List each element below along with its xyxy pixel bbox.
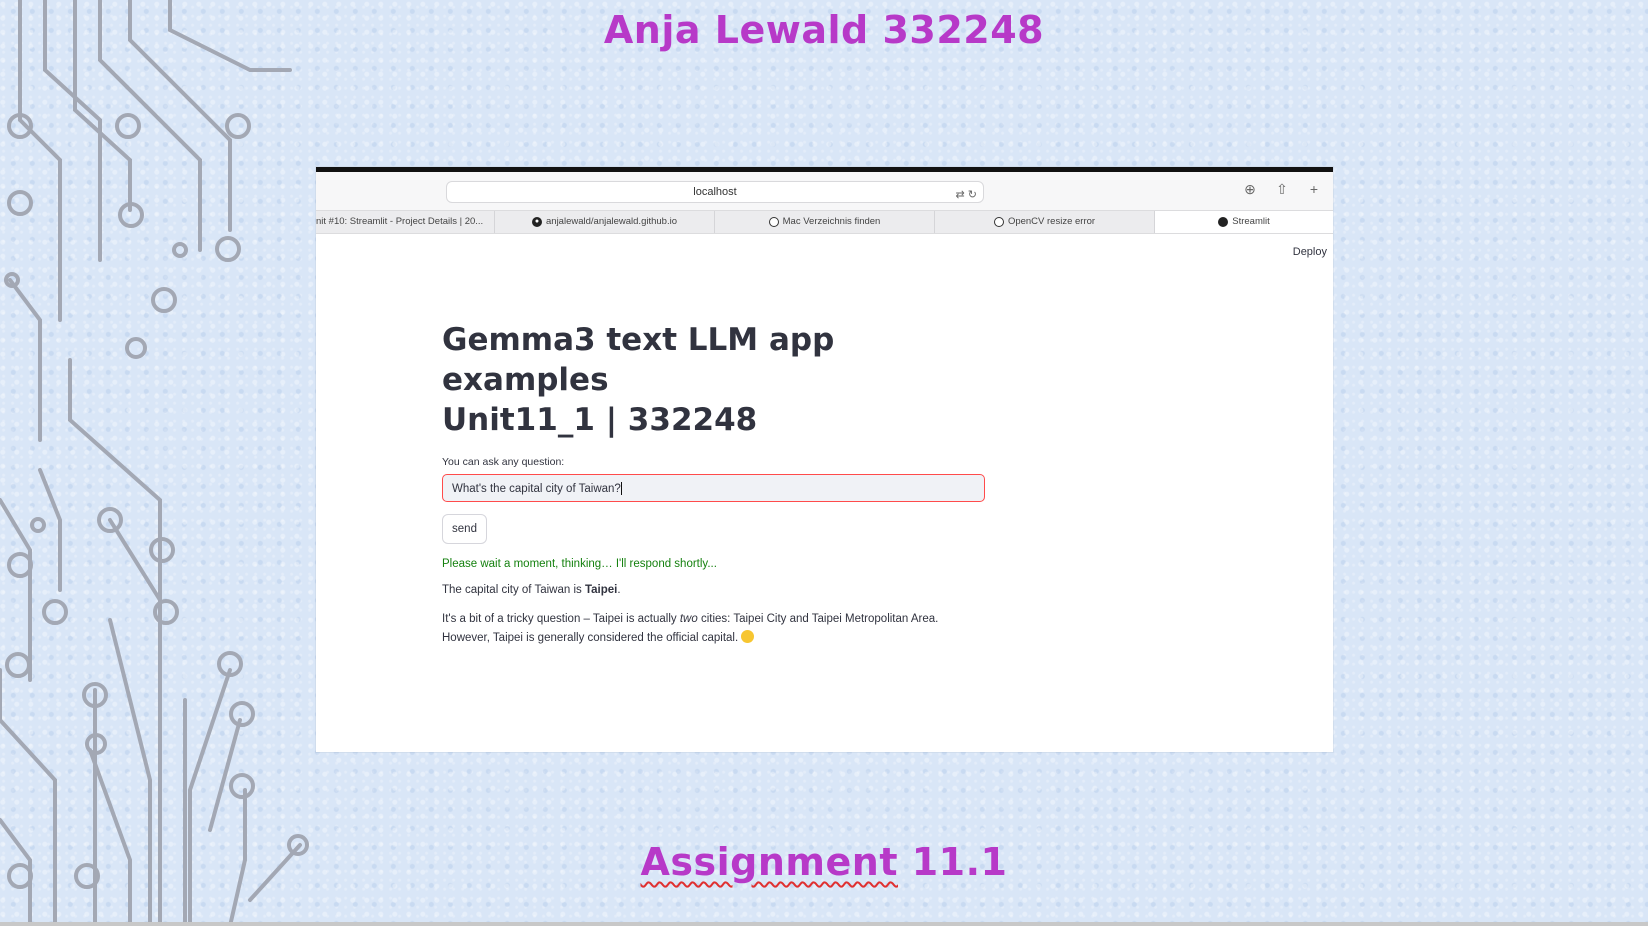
main-content: Gemma3 text LLM app examples Unit11_1 | … [442, 320, 987, 648]
browser-toolbar: localhost ⇄ ↻ ⊕ ⇧ + [316, 172, 1333, 210]
answer-bold: Taipei [584, 584, 618, 596]
question-input[interactable]: What's the capital city of Taiwan? [442, 474, 985, 502]
tab-label: nit #10: Streamlit - Project Details | 2… [316, 216, 484, 227]
status-message: Please wait a moment, thinking… I'll res… [442, 558, 717, 570]
question-label: You can ask any question: [442, 456, 565, 468]
send-button[interactable]: send [442, 514, 487, 544]
tab-bar: nit #10: Streamlit - Project Details | 2… [316, 210, 1333, 234]
translate-reload-icons[interactable]: ⇄ ↻ [956, 185, 978, 205]
download-icon[interactable]: ⊕ [1241, 180, 1259, 198]
tab-mac-verzeichnis[interactable]: Mac Verzeichnis finden [715, 211, 935, 233]
detail-part1: It's a bit of a tricky question – Taipei… [442, 613, 680, 625]
tab-streamlit-project[interactable]: nit #10: Streamlit - Project Details | 2… [316, 211, 495, 233]
detail-line2: However, Taipei is generally considered … [442, 632, 739, 644]
tab-streamlit-active[interactable]: Streamlit [1155, 211, 1333, 233]
answer-line: The capital city of Taiwan is Taipei. [442, 584, 987, 596]
text-caret [620, 482, 622, 496]
share-icon[interactable]: ⇧ [1273, 180, 1291, 198]
tab-opencv[interactable]: OpenCV resize error [935, 211, 1155, 233]
detail-part2: cities: Taipei City and Taipei Metropoli… [697, 613, 939, 625]
smiley-icon [741, 630, 755, 643]
browser-window: localhost ⇄ ↻ ⊕ ⇧ + nit #10: Streamlit -… [316, 167, 1333, 752]
address-bar[interactable]: localhost ⇄ ↻ [446, 181, 984, 203]
subtitle-word-assignment: Assignment [640, 840, 898, 884]
tab-label: anjalewald/anjalewald.github.io [546, 216, 677, 227]
streamlit-icon [1218, 217, 1229, 227]
tab-label: OpenCV resize error [1007, 216, 1096, 227]
url-text: localhost [693, 186, 737, 198]
new-tab-icon[interactable]: + [1305, 180, 1323, 198]
circuit-decoration [0, 0, 309, 926]
deploy-button[interactable]: Deploy [1293, 246, 1327, 258]
question-input-value: What's the capital city of Taiwan? [452, 483, 621, 495]
tab-label: Mac Verzeichnis finden [782, 216, 881, 227]
openai-icon [993, 217, 1004, 227]
page-title: Gemma3 text LLM app examples Unit11_1 | … [442, 320, 987, 440]
tab-github[interactable]: ● anjalewald/anjalewald.github.io [495, 211, 715, 233]
answer-detail: It's a bit of a tricky question – Taipei… [442, 610, 987, 648]
streamlit-app: Deploy Gemma3 text LLM app examples Unit… [316, 234, 1333, 753]
bottom-strip [0, 922, 1648, 926]
openai-icon [768, 217, 779, 227]
slide-subtitle: Assignment 11.1 [0, 840, 1648, 884]
detail-italic: two [679, 613, 698, 625]
title-line-2: Unit11_1 | 332248 [442, 402, 758, 438]
subtitle-word-number: 11.1 [911, 840, 1008, 884]
github-icon: ● [532, 217, 542, 227]
title-line-1: Gemma3 text LLM app examples [442, 322, 835, 398]
answer-suffix: . [617, 584, 621, 596]
slide-title: Anja Lewald 332248 [603, 8, 1045, 52]
answer-prefix: The capital city of Taiwan is [442, 584, 585, 596]
tab-label: Streamlit [1232, 216, 1270, 227]
